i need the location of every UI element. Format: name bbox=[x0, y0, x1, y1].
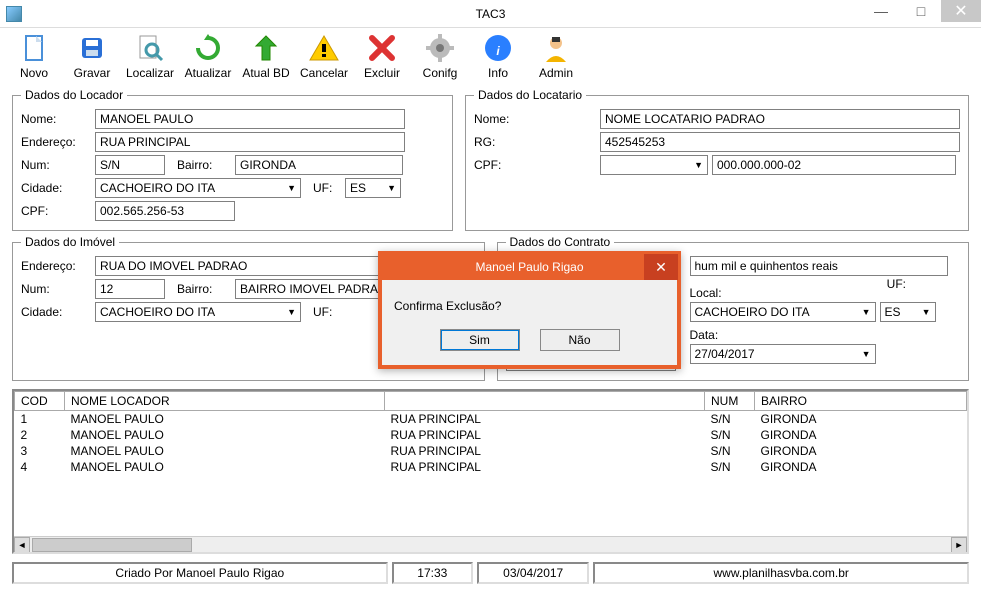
contrato-local-select[interactable]: CACHOEIRO DO ITA▼ bbox=[690, 302, 876, 322]
maximize-button[interactable]: □ bbox=[901, 0, 941, 22]
localizar-button[interactable]: Localizar bbox=[122, 30, 178, 82]
chevron-down-icon: ▼ bbox=[287, 307, 296, 317]
locatario-legend: Dados do Locatario bbox=[474, 88, 586, 102]
horizontal-scrollbar[interactable]: ◄ ► bbox=[14, 536, 967, 552]
locador-group: Dados do Locador Nome: Endereço: Num: Bai… bbox=[12, 88, 453, 231]
locador-end-input[interactable] bbox=[95, 132, 405, 152]
config-button[interactable]: Conifg bbox=[412, 30, 468, 82]
statusbar: Criado Por Manoel Paulo Rigao 17:33 03/0… bbox=[12, 562, 969, 584]
chevron-down-icon: ▼ bbox=[694, 160, 703, 170]
grid-header-cod[interactable]: COD bbox=[15, 392, 65, 411]
table-row[interactable]: 1MANOEL PAULORUA PRINCIPALS/NGIRONDA bbox=[15, 411, 967, 427]
locador-nome-label: Nome: bbox=[21, 112, 91, 126]
status-time: 17:33 bbox=[392, 562, 473, 584]
atualbd-button[interactable]: Atual BD bbox=[238, 30, 294, 82]
grid-header-nome[interactable]: NOME LOCADOR bbox=[65, 392, 385, 411]
app-icon bbox=[6, 6, 22, 22]
imovel-end-input[interactable] bbox=[95, 256, 405, 276]
scroll-right-icon[interactable]: ► bbox=[951, 537, 967, 553]
admin-button[interactable]: Admin bbox=[528, 30, 584, 82]
locatario-nome-label: Nome: bbox=[474, 112, 528, 126]
dialog-no-button[interactable]: Não bbox=[540, 329, 620, 351]
close-button[interactable]: ✕ bbox=[941, 0, 981, 22]
titlebar: TAC3 — □ ✕ bbox=[0, 0, 981, 28]
imovel-num-label: Num: bbox=[21, 282, 91, 296]
scroll-left-icon[interactable]: ◄ bbox=[14, 537, 30, 553]
dialog-yes-button[interactable]: Sim bbox=[440, 329, 520, 351]
contrato-valorext-input[interactable] bbox=[690, 256, 948, 276]
chevron-down-icon: ▼ bbox=[287, 183, 296, 193]
locador-cpf-input[interactable] bbox=[95, 201, 235, 221]
grid[interactable]: COD NOME LOCADOR NUM BAIRRO 1MANOEL PAUL… bbox=[12, 389, 969, 554]
locatario-cpf-input[interactable] bbox=[712, 155, 956, 175]
status-date: 03/04/2017 bbox=[477, 562, 589, 584]
grid-header-num[interactable]: NUM bbox=[705, 392, 755, 411]
chevron-down-icon: ▼ bbox=[387, 183, 396, 193]
info-button[interactable]: iInfo bbox=[470, 30, 526, 82]
locador-num-label: Num: bbox=[21, 158, 91, 172]
cancelar-button[interactable]: Cancelar bbox=[296, 30, 352, 82]
locador-legend: Dados do Locador bbox=[21, 88, 127, 102]
chevron-down-icon: ▼ bbox=[922, 307, 931, 317]
excluir-button[interactable]: Excluir bbox=[354, 30, 410, 82]
contrato-uf-label: UF: bbox=[887, 277, 906, 291]
locador-bairro-input[interactable] bbox=[235, 155, 403, 175]
imovel-legend: Dados do Imóvel bbox=[21, 235, 119, 249]
dialog-titlebar[interactable]: Manoel Paulo Rigao ✕ bbox=[381, 254, 678, 280]
grid-header-row: COD NOME LOCADOR NUM BAIRRO bbox=[15, 392, 967, 411]
chevron-down-icon: ▼ bbox=[862, 307, 871, 317]
contrato-data-label: Data: bbox=[690, 328, 936, 342]
locatario-rg-input[interactable] bbox=[600, 132, 960, 152]
table-row[interactable]: 2MANOEL PAULORUA PRINCIPALS/NGIRONDA bbox=[15, 427, 967, 443]
locador-num-input[interactable] bbox=[95, 155, 165, 175]
imovel-cid-label: Cidade: bbox=[21, 305, 91, 319]
status-site: www.planilhasvba.com.br bbox=[593, 562, 969, 584]
locatario-group: Dados do Locatario Nome: RG: CPF: ▼ bbox=[465, 88, 969, 231]
scroll-thumb[interactable] bbox=[32, 538, 192, 552]
table-row[interactable]: 3MANOEL PAULORUA PRINCIPALS/NGIRONDA bbox=[15, 443, 967, 459]
locatario-cpf-select[interactable]: ▼ bbox=[600, 155, 708, 175]
locador-cid-select[interactable]: CACHOEIRO DO ITA▼ bbox=[95, 178, 301, 198]
table-row[interactable]: 4MANOEL PAULORUA PRINCIPALS/NGIRONDA bbox=[15, 459, 967, 475]
window-title: TAC3 bbox=[476, 7, 506, 21]
imovel-uf-label: UF: bbox=[313, 305, 341, 319]
locador-nome-input[interactable] bbox=[95, 109, 405, 129]
grid-header-bairro[interactable]: BAIRRO bbox=[755, 392, 967, 411]
chevron-down-icon: ▼ bbox=[862, 349, 871, 359]
minimize-button[interactable]: — bbox=[861, 0, 901, 22]
locador-bairro-label: Bairro: bbox=[177, 158, 231, 172]
locatario-rg-label: RG: bbox=[474, 135, 528, 149]
confirm-dialog: Manoel Paulo Rigao ✕ Confirma Exclusão? … bbox=[378, 251, 681, 369]
imovel-num-input[interactable] bbox=[95, 279, 165, 299]
grid-header-end[interactable] bbox=[385, 392, 705, 411]
contrato-data-select[interactable]: 27/04/2017▼ bbox=[690, 344, 876, 364]
atualizar-button[interactable]: Atualizar bbox=[180, 30, 236, 82]
imovel-end-label: Endereço: bbox=[21, 259, 91, 273]
locador-cid-label: Cidade: bbox=[21, 181, 91, 195]
locatario-cpf-label: CPF: bbox=[474, 158, 528, 172]
imovel-bairro-label: Bairro: bbox=[177, 282, 231, 296]
contrato-legend: Dados do Contrato bbox=[506, 235, 615, 249]
dialog-title: Manoel Paulo Rigao bbox=[475, 260, 583, 274]
dialog-close-button[interactable]: ✕ bbox=[644, 254, 678, 280]
imovel-cid-select[interactable]: CACHOEIRO DO ITA▼ bbox=[95, 302, 301, 322]
locador-cpf-label: CPF: bbox=[21, 204, 91, 218]
dialog-message: Confirma Exclusão? bbox=[382, 279, 677, 323]
status-author: Criado Por Manoel Paulo Rigao bbox=[12, 562, 388, 584]
gravar-button[interactable]: Gravar bbox=[64, 30, 120, 82]
novo-button[interactable]: Novo bbox=[6, 30, 62, 82]
locatario-nome-input[interactable] bbox=[600, 109, 960, 129]
contrato-uf-select[interactable]: ES▼ bbox=[880, 302, 936, 322]
locador-uf-select[interactable]: ES▼ bbox=[345, 178, 401, 198]
locador-end-label: Endereço: bbox=[21, 135, 91, 149]
locador-uf-label: UF: bbox=[313, 181, 341, 195]
toolbar: Novo Gravar Localizar Atualizar Atual BD… bbox=[0, 28, 981, 86]
